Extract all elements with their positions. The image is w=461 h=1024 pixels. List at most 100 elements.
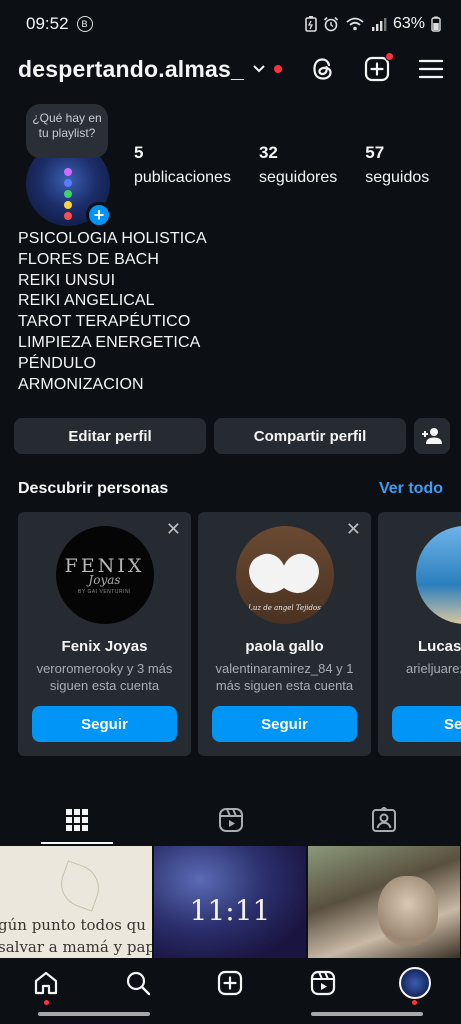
status-right: 63%: [305, 15, 441, 33]
reels-icon: [218, 808, 243, 832]
dismiss-icon[interactable]: ✕: [346, 520, 361, 538]
alarm-icon: [323, 16, 339, 32]
bio-line: PSICOLOGIA HOLISTICA: [18, 230, 207, 247]
leaf-illustration: [54, 860, 106, 912]
search-icon: [127, 971, 151, 996]
threads-icon: [313, 58, 332, 80]
suggestion-mutuals: valentinaramirez_84 y 1 más siguen esta …: [215, 661, 354, 693]
post-thumbnail[interactable]: 11:11: [154, 846, 306, 958]
profile-stats: 5 publicaciones 32 seguidores 57 seguido…: [134, 143, 457, 187]
chakra-dot: [64, 168, 72, 176]
posts-count: 5: [134, 143, 144, 162]
stat-posts[interactable]: 5 publicaciones: [134, 143, 231, 187]
chakra-dot: [64, 190, 72, 198]
profile-notification-dot: [412, 1000, 418, 1005]
bio-line: FLORES DE BACH: [18, 250, 159, 268]
profile-actions: Editar perfil Compartir perfil: [14, 418, 450, 454]
tab-reels[interactable]: [154, 796, 308, 844]
notification-badge-icon: B: [76, 16, 93, 32]
see-all-link[interactable]: Ver todo: [379, 480, 443, 498]
username-switcher[interactable]: despertando.almas_: [18, 56, 244, 83]
battery-saver-icon: [305, 16, 317, 32]
suggestion-card[interactable]: ✕ FENIX Joyas BY GAI VENTURINI Fenix Joy…: [18, 512, 191, 756]
suggestion-name[interactable]: Lucas: [378, 638, 461, 655]
paola-logo-text: Luz de angel Tejidos: [248, 604, 321, 612]
bio-line: LIMPIEZA ENERGETICA: [18, 333, 201, 351]
followers-count: 32: [258, 143, 278, 162]
stat-following[interactable]: 57 seguidos: [365, 143, 429, 187]
bio-line: PÉNDULO: [18, 354, 97, 372]
home-notification-dot: [43, 1000, 49, 1005]
chevron-down-icon[interactable]: [252, 64, 266, 74]
post-thumbnail[interactable]: [308, 846, 460, 958]
suggestion-avatar[interactable]: FENIX Joyas BY GAI VENTURINI: [55, 526, 154, 624]
hamburger-menu-icon: [419, 59, 443, 79]
create-post-button[interactable]: [363, 52, 394, 83]
reels-icon: [310, 970, 335, 996]
portrait-illustration: [378, 876, 438, 946]
create-notification-dot: [385, 52, 394, 61]
suggestion-card[interactable]: ✕ Luz de angel Tejidos paola gallo valen…: [198, 512, 371, 756]
nav-reels[interactable]: [303, 963, 343, 1003]
bio-line: TAROT TERAPÉUTICO: [18, 313, 191, 331]
tab-tagged[interactable]: [307, 796, 461, 844]
follow-button[interactable]: Seguir: [212, 706, 357, 742]
profile-tabs: [0, 796, 461, 844]
bottom-navigation: [0, 958, 461, 1008]
signal-icon: [371, 18, 387, 31]
nav-home[interactable]: [26, 963, 66, 1005]
menu-button[interactable]: [417, 55, 445, 83]
post-text-line: salvar a mamá y pap: [0, 938, 152, 956]
suggestion-avatar[interactable]: [416, 526, 461, 624]
suggestion-name[interactable]: Fenix Joyas: [18, 638, 191, 655]
nav-create[interactable]: [210, 963, 250, 1003]
suggestion-name[interactable]: paola gallo: [198, 638, 371, 655]
nav-profile[interactable]: [395, 963, 435, 1005]
status-time: 09:52: [26, 14, 69, 33]
post-thumbnail[interactable]: gún punto todos qu salvar a mamá y pap: [0, 846, 152, 958]
tab-posts[interactable]: [0, 796, 154, 844]
profile-avatar-small: [398, 967, 431, 999]
followers-label: seguidores: [258, 169, 338, 186]
suggestion-avatar[interactable]: Luz de angel Tejidos: [235, 526, 334, 624]
add-story-button[interactable]: +: [86, 202, 112, 228]
discover-header: Descubrir personas Ver todo: [18, 480, 443, 498]
discover-title: Descubrir personas: [18, 480, 169, 497]
posts-grid: gún punto todos qu salvar a mamá y pap 1…: [0, 846, 461, 958]
bio-line: ARMONIZACION: [18, 375, 144, 393]
note-bubble[interactable]: ¿Qué hay en tu playlist?: [26, 104, 108, 158]
gesture-bar-left: [38, 1012, 150, 1016]
plus-square-icon: [218, 970, 243, 996]
follow-button[interactable]: Se: [392, 706, 461, 742]
discover-people-button[interactable]: [414, 418, 450, 454]
profile-bio: PSICOLOGIA HOLISTICA FLORES DE BACH REIK…: [18, 229, 207, 395]
post-text-line: gún punto todos qu: [0, 916, 146, 934]
gesture-bar-right: [311, 1012, 423, 1016]
fenix-logo-script: Joyas: [88, 573, 121, 587]
wing-right: [274, 548, 325, 600]
add-person-icon: [422, 428, 442, 444]
suggestion-card[interactable]: Lucas arieljuarez y siguen es Se: [378, 512, 461, 756]
following-label: seguidos: [365, 169, 430, 186]
fenix-logo-by: BY GAI VENTURINI: [78, 589, 131, 595]
profile-header: despertando.almas_: [0, 48, 461, 90]
chakra-dot: [64, 201, 72, 209]
post-time-text: 11:11: [189, 894, 271, 927]
chakra-dot: [64, 212, 72, 220]
battery-icon: [431, 16, 441, 32]
suggested-accounts-carousel[interactable]: ✕ FENIX Joyas BY GAI VENTURINI Fenix Joy…: [18, 512, 461, 756]
threads-button[interactable]: [309, 55, 337, 83]
nav-search[interactable]: [118, 963, 158, 1003]
suggestion-mutuals: veroromerooky y 3 más siguen esta cuenta: [36, 661, 173, 693]
home-icon: [34, 971, 58, 995]
wifi-icon: [346, 17, 364, 31]
share-profile-button[interactable]: Compartir perfil: [214, 418, 406, 454]
posts-label: publicaciones: [134, 169, 231, 186]
gesture-bar: [0, 1012, 461, 1024]
following-count: 57: [365, 143, 385, 162]
follow-button[interactable]: Seguir: [32, 706, 177, 742]
edit-profile-button[interactable]: Editar perfil: [14, 418, 206, 454]
status-left: 09:52 B: [26, 14, 93, 34]
dismiss-icon[interactable]: ✕: [166, 520, 181, 538]
stat-followers[interactable]: 32 seguidores: [259, 143, 337, 187]
